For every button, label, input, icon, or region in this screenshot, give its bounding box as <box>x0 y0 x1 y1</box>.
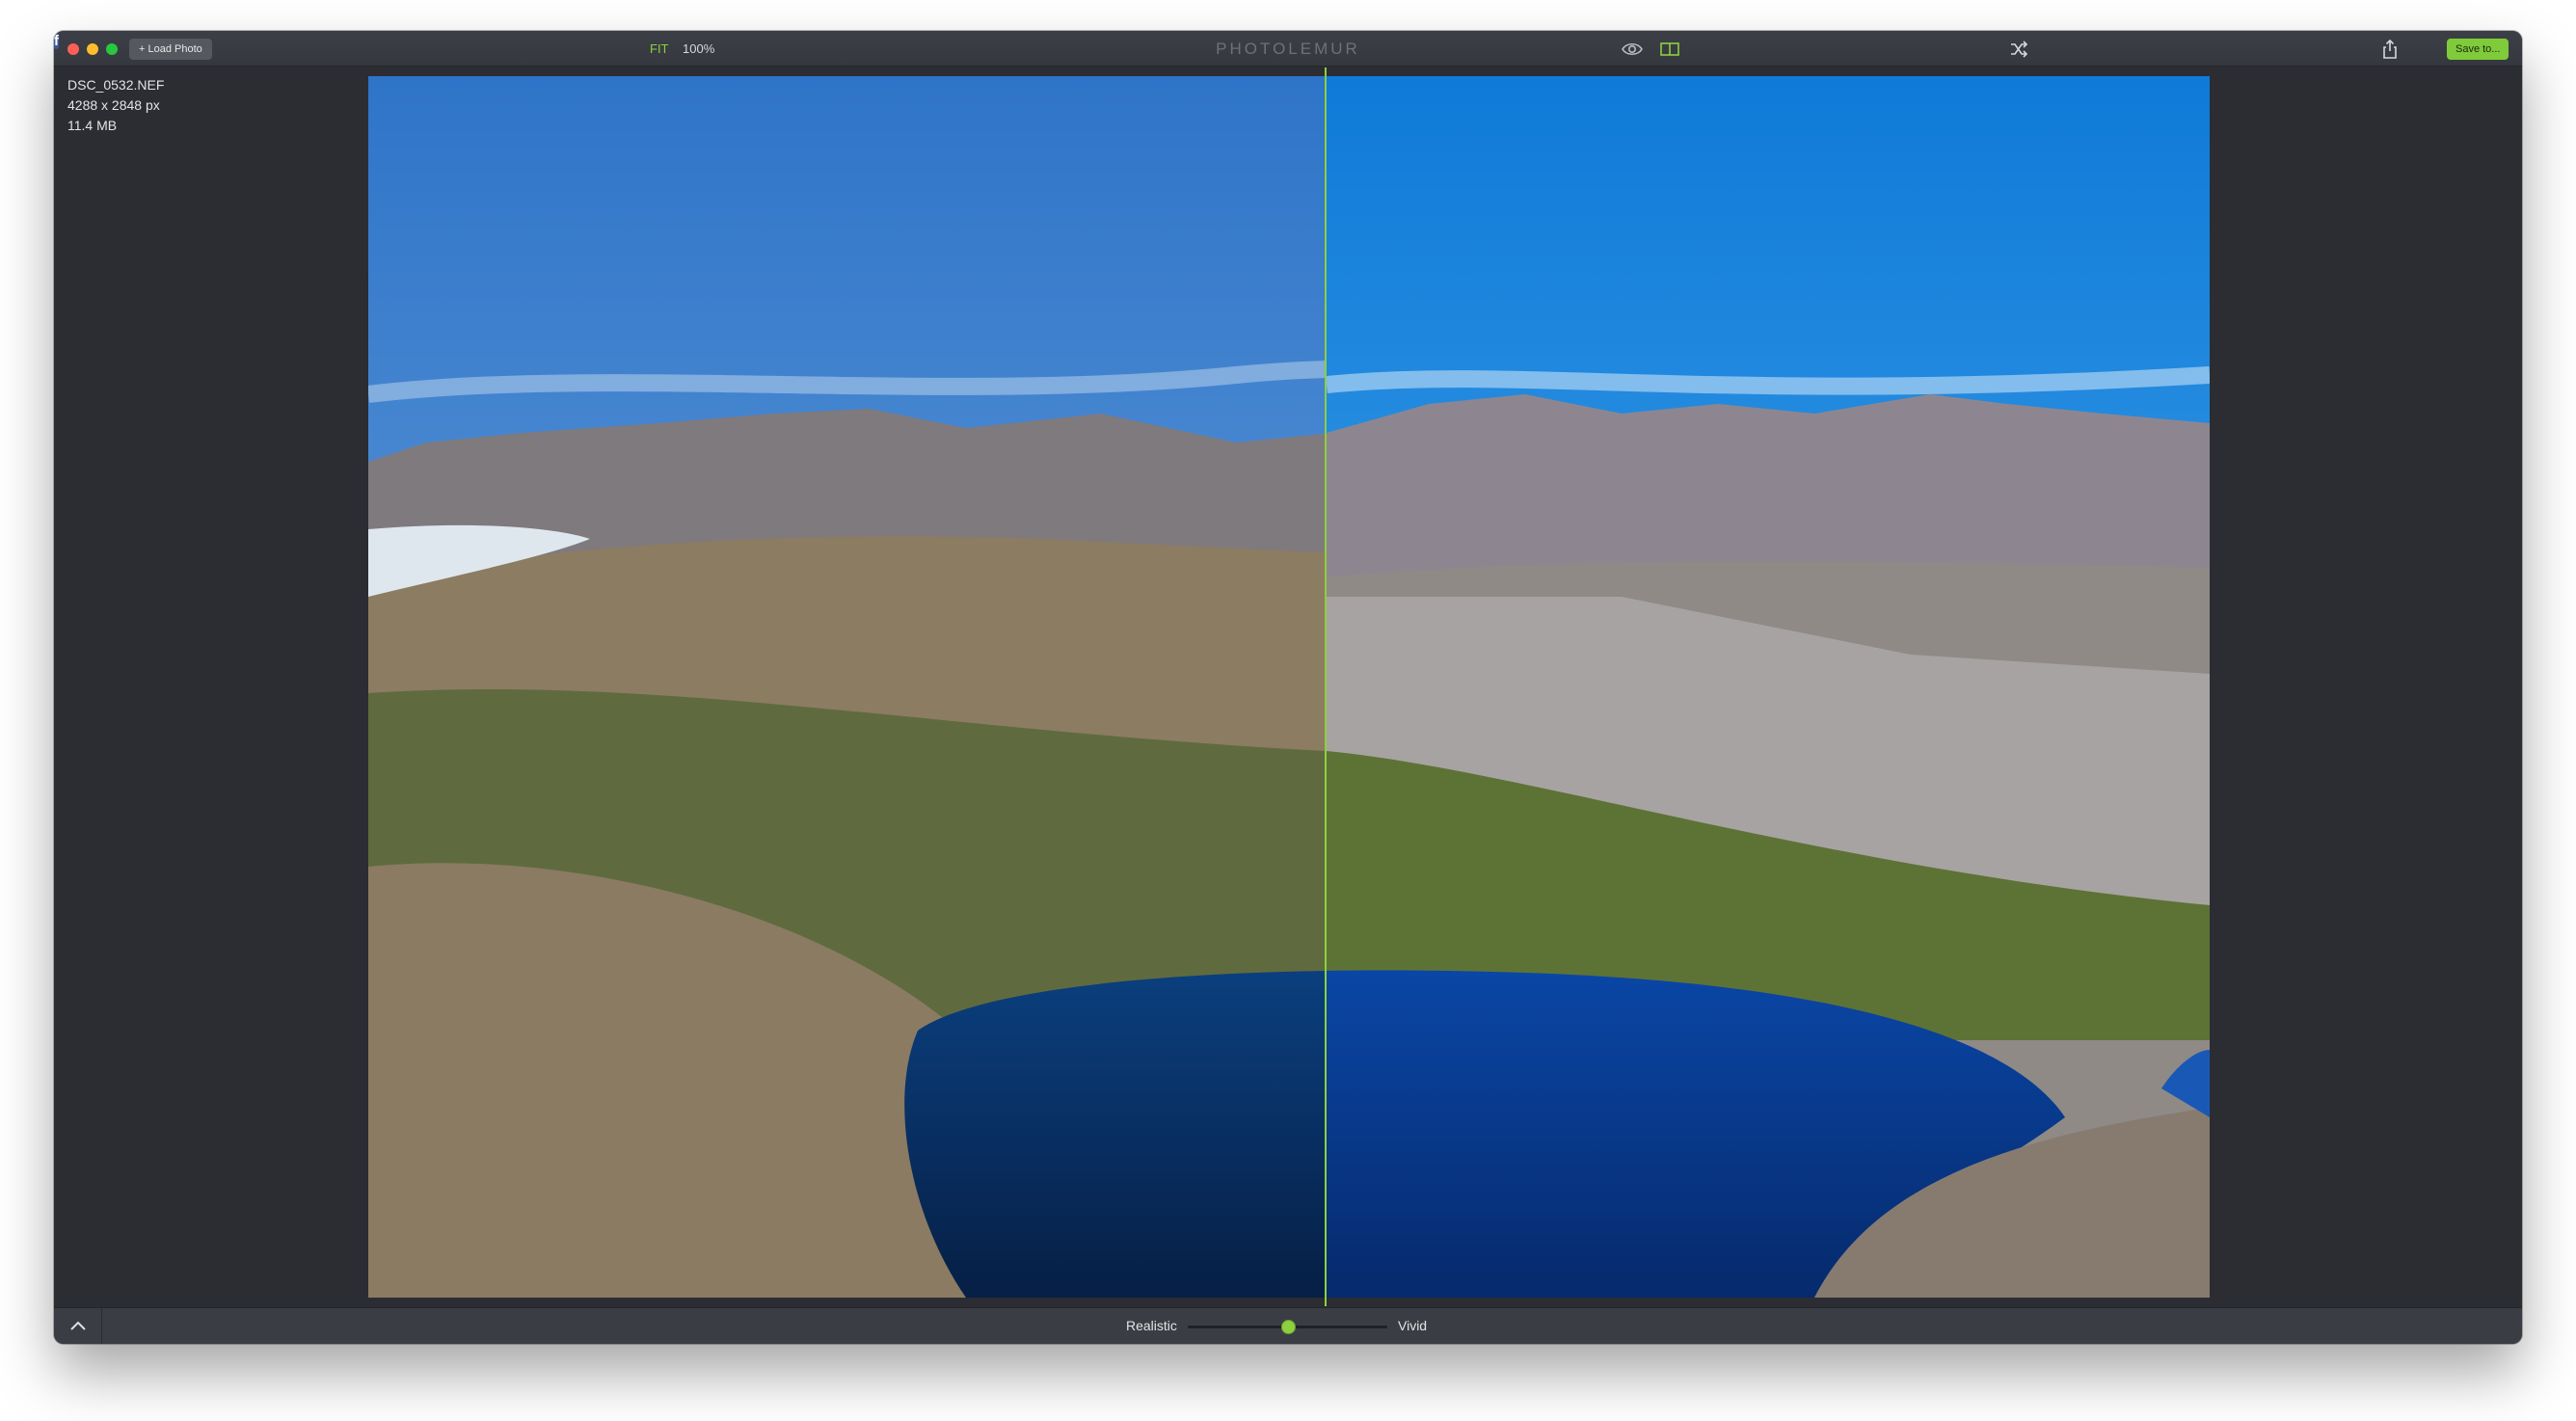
photo-canvas[interactable] <box>368 76 2210 1298</box>
original-photo-half <box>368 76 1327 1298</box>
app-title: PHOTOLEMUR <box>1216 40 1360 58</box>
save-to-button[interactable]: Save to... <box>2447 39 2509 60</box>
collapse-panel-button[interactable] <box>54 1308 102 1344</box>
title-bar: + Load Photo FIT 100% PHOTOLEMUR f Save … <box>54 31 2522 67</box>
slider-thumb[interactable] <box>1280 1320 1296 1334</box>
split-compare-icon[interactable] <box>1658 38 1681 61</box>
shuffle-icon[interactable] <box>2007 38 2030 61</box>
file-dimensions: 4288 x 2848 px <box>67 97 160 113</box>
slider-label-vivid: Vivid <box>1398 1318 1428 1333</box>
app-window: + Load Photo FIT 100% PHOTOLEMUR f Save … <box>54 31 2522 1344</box>
eye-icon[interactable] <box>1621 38 1644 61</box>
zoom-100-button[interactable]: 100% <box>683 41 714 56</box>
bottom-toolbar: Realistic Vivid <box>54 1307 2522 1344</box>
compare-split-handle[interactable] <box>1325 67 1327 1306</box>
window-maximize-button[interactable] <box>106 43 118 55</box>
file-name: DSC_0532.NEF <box>67 77 165 93</box>
share-icon[interactable] <box>2378 38 2402 61</box>
facebook-icon[interactable]: f <box>54 33 59 49</box>
enhancement-slider[interactable] <box>1188 1320 1387 1334</box>
window-close-button[interactable] <box>67 43 79 55</box>
landscape-photo-original <box>368 76 1327 1298</box>
zoom-fit-button[interactable]: FIT <box>650 41 669 56</box>
chevron-up-icon <box>70 1321 86 1330</box>
slider-label-realistic: Realistic <box>1126 1318 1177 1333</box>
load-photo-button[interactable]: + Load Photo <box>129 39 212 60</box>
window-minimize-button[interactable] <box>87 43 98 55</box>
file-info-panel: DSC_0532.NEF 4288 x 2848 px 11.4 MB <box>67 75 164 136</box>
enhanced-photo-half <box>1327 76 2210 1298</box>
file-size: 11.4 MB <box>67 118 118 133</box>
landscape-photo-enhanced <box>1327 76 2210 1298</box>
